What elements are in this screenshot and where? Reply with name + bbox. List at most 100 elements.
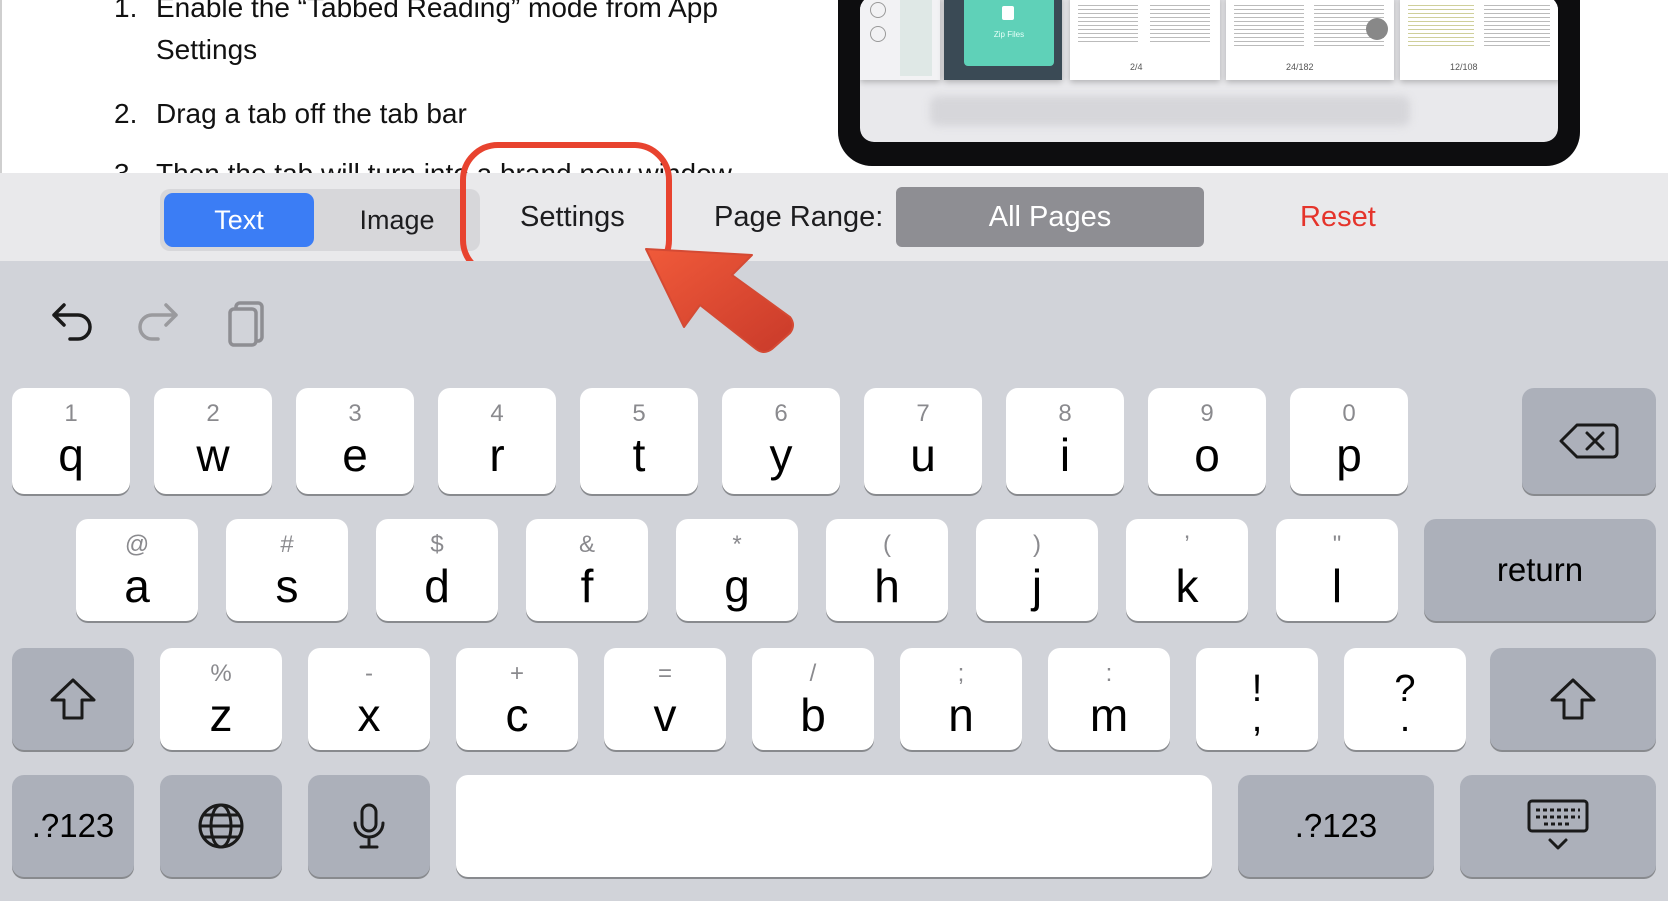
step-text: Settings (156, 34, 258, 65)
key-hint: ; (957, 660, 965, 687)
key-letter: k (1175, 560, 1199, 612)
key-hint: ) (1033, 531, 1041, 558)
undo-icon[interactable] (40, 291, 100, 351)
dismiss-keyboard-key[interactable] (1460, 775, 1656, 877)
key-e[interactable]: 3e (296, 388, 414, 494)
step-number: 2. (114, 98, 138, 129)
delete-key[interactable] (1522, 388, 1656, 494)
key-hint: 9 (1200, 400, 1214, 427)
numbers-key-right[interactable]: .?123 (1238, 775, 1434, 877)
key-hint: 7 (916, 400, 930, 427)
key-v[interactable]: = v (604, 648, 726, 750)
key-letter: y (769, 429, 793, 481)
key-letter: s (275, 560, 299, 612)
key-m[interactable]: :m (1048, 648, 1170, 750)
key-z[interactable]: % z (160, 648, 282, 750)
document-border (0, 0, 2, 173)
pointer-arrow-icon (645, 248, 794, 353)
key-l[interactable]: " l (1276, 519, 1398, 621)
key-period[interactable]: ?. (1344, 648, 1466, 750)
key-u[interactable]: 7u (864, 388, 982, 494)
key-comma[interactable]: !, (1196, 648, 1318, 750)
key-d[interactable]: $ d (376, 519, 498, 621)
key-hint: # (280, 531, 294, 558)
key-b[interactable]: / b (752, 648, 874, 750)
blurred-bar (930, 96, 1410, 126)
step-3: 3. Then the tab will turn into a brand n… (114, 156, 732, 173)
reset-button[interactable]: Reset (1300, 187, 1376, 247)
numbers-key-left[interactable]: .?123 (12, 775, 134, 877)
key-letter: x (357, 689, 381, 741)
key-g[interactable]: * g (676, 519, 798, 621)
key-y[interactable]: 6y (722, 388, 840, 494)
key-n[interactable]: ; n (900, 648, 1022, 750)
segment-text[interactable]: Text (164, 193, 314, 247)
key-i[interactable]: 8i (1006, 388, 1124, 494)
key-letter: z (209, 689, 233, 741)
key-j[interactable]: ) j (976, 519, 1098, 621)
key-f[interactable]: & f (526, 519, 648, 621)
key-h[interactable]: (h (826, 519, 948, 621)
page-range-button[interactable]: All Pages (896, 187, 1204, 247)
shift-key-left[interactable] (12, 648, 134, 750)
key-letter: w (196, 429, 230, 481)
numbers-label: .?123 (31, 807, 115, 844)
key-hint: % (210, 660, 232, 687)
ipad-screen: Zip Files 2/4 24/182 12/108 (860, 0, 1558, 142)
thumb-document-b: 24/182 (1226, 0, 1394, 80)
shift-icon (1490, 648, 1656, 750)
dictation-key[interactable] (308, 775, 430, 877)
key-letter: h (874, 560, 900, 612)
page-indicator-c: 12/108 (1450, 62, 1478, 72)
key-r[interactable]: 4r (438, 388, 556, 494)
key-letter: f (580, 560, 594, 612)
key-letter: i (1059, 429, 1071, 481)
keyboard-dismiss-icon (1460, 775, 1656, 877)
key-letter: c (505, 689, 529, 741)
numbers-label: .?123 (1294, 807, 1378, 844)
mode-segmented-control: Text Image (160, 189, 480, 251)
key-hint: & (578, 531, 595, 558)
key-t[interactable]: 5t (580, 388, 698, 494)
key-letter: j (1031, 560, 1043, 612)
key-hint: 2 (206, 400, 220, 427)
return-label: return (1496, 551, 1584, 588)
globe-key[interactable] (160, 775, 282, 877)
step-number: 1. (114, 0, 138, 23)
key-letter: r (489, 429, 505, 481)
key-letter: u (910, 429, 936, 481)
step-text: Drag a tab off the tab bar (156, 98, 467, 129)
redo-icon[interactable] (130, 291, 190, 351)
space-key[interactable] (456, 775, 1212, 877)
thumb-document-a: 2/4 (1070, 0, 1220, 80)
paste-icon[interactable] (220, 291, 280, 351)
key-hint: 6 (774, 400, 788, 427)
key-letter: b (800, 689, 826, 741)
thumb-document-c: 12/108 (1400, 0, 1558, 80)
key-hint: 4 (490, 400, 504, 427)
key-x[interactable]: -x (308, 648, 430, 750)
shift-icon (12, 648, 134, 750)
key-s[interactable]: # s (226, 519, 348, 621)
key-k[interactable]: ’ k (1126, 519, 1248, 621)
key-q[interactable]: 1q (12, 388, 130, 494)
key-a[interactable]: @ a (76, 519, 198, 621)
key-hint: ( (883, 531, 891, 558)
key-hint: 5 (632, 400, 646, 427)
key-c[interactable]: + c (456, 648, 578, 750)
key-w[interactable]: 2w (154, 388, 272, 494)
key-o[interactable]: 9o (1148, 388, 1266, 494)
zip-files-label: Zip Files (993, 30, 1025, 39)
key-hint: @ (124, 531, 150, 558)
step-1: 1. Enable the “Tabbed Reading” mode from… (114, 0, 718, 26)
key-letter: l (1331, 560, 1343, 612)
segment-image[interactable]: Image (322, 193, 472, 247)
key-hint: 8 (1058, 400, 1072, 427)
return-key[interactable]: return (1424, 519, 1656, 621)
key-letter: o (1194, 429, 1220, 481)
backspace-icon (1522, 388, 1656, 494)
globe-icon (160, 775, 282, 877)
key-p[interactable]: 0p (1290, 388, 1408, 494)
key-symbol: . (1399, 698, 1411, 740)
shift-key-right[interactable] (1490, 648, 1656, 750)
